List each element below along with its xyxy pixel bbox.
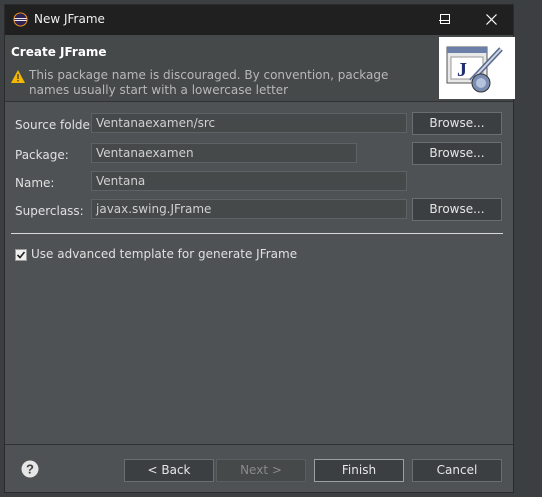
- maximize-button[interactable]: [422, 4, 468, 34]
- window-title: New JFrame: [34, 12, 105, 26]
- advanced-template-checkbox[interactable]: [15, 249, 27, 261]
- form-divider: [11, 233, 503, 234]
- name-label: Name:: [15, 176, 55, 190]
- package-field[interactable]: Ventanaexamen: [91, 143, 357, 163]
- footer-divider: [5, 444, 513, 445]
- cancel-button[interactable]: Cancel: [412, 459, 502, 482]
- svg-text:?: ?: [26, 462, 34, 477]
- superclass-label: Superclass:: [15, 204, 84, 218]
- name-field[interactable]: Ventana: [91, 171, 407, 191]
- maximize-icon: [440, 14, 450, 24]
- superclass-field[interactable]: javax.swing.JFrame: [91, 199, 407, 219]
- close-button[interactable]: [468, 4, 514, 34]
- header-divider: [5, 101, 513, 102]
- source-folder-field[interactable]: Ventanaexamen/src: [91, 113, 407, 133]
- svg-text:J: J: [457, 59, 467, 81]
- source-folder-label: Source folder:: [15, 118, 99, 132]
- new-jframe-dialog: New JFrame Create JFrame This package na…: [4, 4, 515, 493]
- browse-superclass-button[interactable]: Browse...: [412, 198, 502, 221]
- wizard-header: Create JFrame This package name is disco…: [5, 35, 515, 101]
- package-label: Package:: [15, 148, 69, 162]
- help-icon[interactable]: ?: [21, 460, 39, 478]
- next-button[interactable]: Next >: [216, 459, 306, 482]
- browse-source-folder-button[interactable]: Browse...: [412, 112, 502, 135]
- browse-package-button[interactable]: Browse...: [412, 142, 502, 165]
- advanced-template-label[interactable]: Use advanced template for generate JFram…: [31, 247, 297, 261]
- close-icon: [485, 13, 497, 25]
- warning-message: This package name is discouraged. By con…: [29, 68, 389, 97]
- eclipse-icon: [13, 12, 28, 27]
- wizard-banner-image: J: [439, 37, 515, 99]
- wizard-title: Create JFrame: [11, 45, 107, 59]
- finish-button[interactable]: Finish: [314, 459, 404, 482]
- warning-icon: [11, 70, 25, 83]
- java-file-pen-icon: J: [446, 46, 503, 93]
- back-button[interactable]: < Back: [124, 459, 214, 482]
- checkmark-icon: [16, 251, 26, 259]
